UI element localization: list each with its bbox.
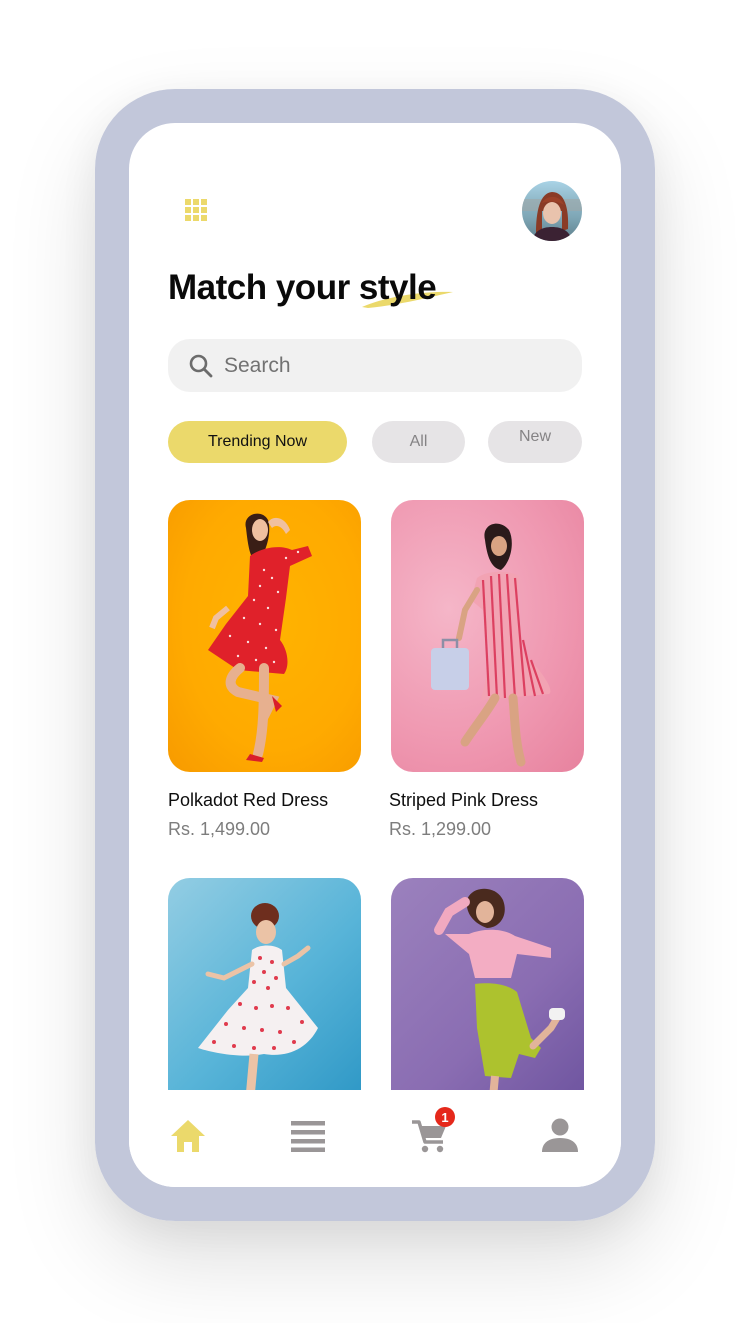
search-input[interactable] bbox=[224, 339, 564, 392]
filter-trending-now[interactable]: Trending Now bbox=[168, 421, 347, 463]
product-name[interactable]: Polkadot Red Dress bbox=[168, 790, 328, 811]
product-card-pink-top-green-skirt[interactable] bbox=[391, 878, 584, 1098]
bottom-nav: 1 bbox=[129, 1090, 621, 1187]
home-icon bbox=[171, 1120, 205, 1152]
search-bar[interactable] bbox=[168, 339, 582, 392]
product-price: Rs. 1,299.00 bbox=[389, 819, 492, 839]
product-card-polka-white-dress[interactable] bbox=[168, 878, 361, 1098]
phone-screen: Match your style Trending Now All New bbox=[129, 123, 621, 1187]
product-card-striped-pink-dress[interactable] bbox=[391, 500, 584, 772]
cart-count-badge: 1 bbox=[435, 1107, 455, 1127]
product-card-polkadot-red-dress[interactable] bbox=[168, 500, 361, 772]
profile-icon bbox=[542, 1118, 578, 1152]
page-title: Match your style bbox=[168, 268, 437, 307]
product-image-white-polka-dress bbox=[198, 903, 318, 1098]
product-image-pink-top-green-skirt bbox=[434, 888, 565, 1098]
nav-menu[interactable] bbox=[291, 1120, 325, 1152]
grid-menu-icon[interactable] bbox=[185, 199, 207, 221]
product-price: Rs. 1,499.00 bbox=[168, 819, 271, 839]
search-icon bbox=[189, 354, 213, 378]
nav-home[interactable] bbox=[170, 1117, 206, 1153]
filter-new[interactable]: New bbox=[488, 421, 582, 463]
nav-profile[interactable] bbox=[541, 1118, 579, 1152]
filter-label: New bbox=[518, 428, 551, 445]
filter-label: Trending Now bbox=[207, 433, 307, 450]
filter-label: All bbox=[409, 433, 428, 450]
product-image-red-dress bbox=[208, 513, 312, 762]
page-title-wrap: Match your style bbox=[168, 263, 453, 313]
filter-all[interactable]: All bbox=[372, 421, 465, 463]
product-image-pink-dress bbox=[431, 523, 551, 767]
product-name[interactable]: Striped Pink Dress bbox=[389, 790, 538, 811]
user-avatar-icon bbox=[522, 192, 582, 241]
avatar[interactable] bbox=[522, 181, 582, 241]
menu-icon bbox=[291, 1121, 325, 1152]
